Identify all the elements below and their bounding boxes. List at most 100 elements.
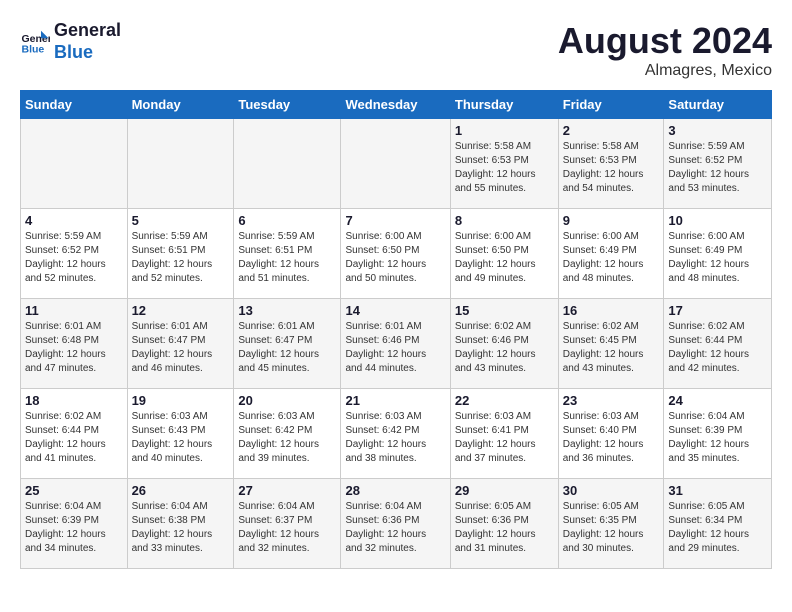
- calendar-cell: 24 Sunrise: 6:04 AM Sunset: 6:39 PM Dayli…: [664, 389, 772, 479]
- day-number: 3: [668, 123, 767, 138]
- day-detail: Sunrise: 5:58 AM Sunset: 6:53 PM Dayligh…: [455, 140, 554, 196]
- calendar-cell: 14Sunrise: 6:01 AM Sunset: 6:46 PM Dayli…: [341, 299, 450, 389]
- location: Almagres, Mexico: [558, 62, 772, 80]
- calendar-cell: 21Sunrise: 6:03 AM Sunset: 6:42 PM Dayli…: [341, 389, 450, 479]
- week-row-5: 25 Sunrise: 6:04 AM Sunset: 6:39 PM Dayli…: [21, 479, 772, 569]
- day-detail: Sunrise: 6:02 AM Sunset: 6:46 PM Dayligh…: [455, 320, 554, 376]
- svg-text:Blue: Blue: [22, 43, 45, 55]
- day-number: 24: [668, 393, 767, 408]
- day-detail: Sunrise: 6:05 AM Sunset: 6:35 PM Dayligh…: [563, 500, 660, 556]
- day-number: 25: [25, 483, 123, 498]
- day-number: 9: [563, 213, 660, 228]
- calendar-cell: 15Sunrise: 6:02 AM Sunset: 6:46 PM Dayli…: [450, 299, 558, 389]
- day-detail: Sunrise: 6:02 AM Sunset: 6:44 PM Dayligh…: [25, 410, 123, 466]
- header-row: SundayMondayTuesdayWednesdayThursdayFrid…: [21, 91, 772, 119]
- calendar-cell: 25 Sunrise: 6:04 AM Sunset: 6:39 PM Dayli…: [21, 479, 128, 569]
- day-number: 29: [455, 483, 554, 498]
- day-number: 17: [668, 303, 767, 318]
- day-detail: Sunrise: 6:00 AM Sunset: 6:49 PM Dayligh…: [668, 230, 767, 286]
- calendar-cell: 5 Sunrise: 5:59 AM Sunset: 6:51 PM Daylig…: [127, 209, 234, 299]
- day-detail: Sunrise: 5:59 AM Sunset: 6:51 PM Dayligh…: [132, 230, 230, 286]
- day-detail: Sunrise: 6:00 AM Sunset: 6:50 PM Dayligh…: [455, 230, 554, 286]
- header-day-wednesday: Wednesday: [341, 91, 450, 119]
- header-day-friday: Friday: [558, 91, 664, 119]
- day-number: 31: [668, 483, 767, 498]
- day-detail: Sunrise: 6:03 AM Sunset: 6:42 PM Dayligh…: [238, 410, 336, 466]
- day-number: 23: [563, 393, 660, 408]
- calendar-cell: 30 Sunrise: 6:05 AM Sunset: 6:35 PM Dayli…: [558, 479, 664, 569]
- day-number: 4: [25, 213, 123, 228]
- calendar-cell: 2 Sunrise: 5:58 AM Sunset: 6:53 PM Daylig…: [558, 119, 664, 209]
- calendar-cell: 29 Sunrise: 6:05 AM Sunset: 6:36 PM Dayli…: [450, 479, 558, 569]
- logo-text-line2: Blue: [54, 42, 121, 64]
- day-detail: Sunrise: 6:05 AM Sunset: 6:34 PM Dayligh…: [668, 500, 767, 556]
- calendar-cell: [21, 119, 128, 209]
- day-detail: Sunrise: 6:04 AM Sunset: 6:39 PM Dayligh…: [668, 410, 767, 466]
- logo-icon: General Blue: [20, 27, 50, 57]
- day-detail: Sunrise: 5:58 AM Sunset: 6:53 PM Dayligh…: [563, 140, 660, 196]
- calendar-cell: 8Sunrise: 6:00 AM Sunset: 6:50 PM Daylig…: [450, 209, 558, 299]
- week-row-4: 18 Sunrise: 6:02 AM Sunset: 6:44 PM Dayli…: [21, 389, 772, 479]
- title-block: August 2024 Almagres, Mexico: [558, 20, 772, 80]
- calendar-cell: 26 Sunrise: 6:04 AM Sunset: 6:38 PM Dayli…: [127, 479, 234, 569]
- day-number: 5: [132, 213, 230, 228]
- day-detail: Sunrise: 6:03 AM Sunset: 6:42 PM Dayligh…: [345, 410, 445, 466]
- day-number: 30: [563, 483, 660, 498]
- calendar-cell: 3Sunrise: 5:59 AM Sunset: 6:52 PM Daylig…: [664, 119, 772, 209]
- header-day-saturday: Saturday: [664, 91, 772, 119]
- day-number: 16: [563, 303, 660, 318]
- calendar-cell: [341, 119, 450, 209]
- calendar-cell: 12Sunrise: 6:01 AM Sunset: 6:47 PM Dayli…: [127, 299, 234, 389]
- calendar-cell: 4 Sunrise: 5:59 AM Sunset: 6:52 PM Daylig…: [21, 209, 128, 299]
- calendar-body: 1Sunrise: 5:58 AM Sunset: 6:53 PM Daylig…: [21, 119, 772, 569]
- day-number: 19: [132, 393, 230, 408]
- logo-text-line1: General: [54, 20, 121, 42]
- day-detail: Sunrise: 6:01 AM Sunset: 6:48 PM Dayligh…: [25, 320, 123, 376]
- header-day-monday: Monday: [127, 91, 234, 119]
- calendar-cell: 28 Sunrise: 6:04 AM Sunset: 6:36 PM Dayli…: [341, 479, 450, 569]
- day-detail: Sunrise: 6:04 AM Sunset: 6:38 PM Dayligh…: [132, 500, 230, 556]
- day-detail: Sunrise: 6:02 AM Sunset: 6:45 PM Dayligh…: [563, 320, 660, 376]
- logo: General Blue General Blue: [20, 20, 121, 63]
- day-number: 7: [345, 213, 445, 228]
- day-detail: Sunrise: 5:59 AM Sunset: 6:51 PM Dayligh…: [238, 230, 336, 286]
- day-detail: Sunrise: 5:59 AM Sunset: 6:52 PM Dayligh…: [25, 230, 123, 286]
- header-day-sunday: Sunday: [21, 91, 128, 119]
- day-number: 27: [238, 483, 336, 498]
- calendar-cell: 7Sunrise: 6:00 AM Sunset: 6:50 PM Daylig…: [341, 209, 450, 299]
- day-number: 18: [25, 393, 123, 408]
- day-detail: Sunrise: 6:01 AM Sunset: 6:47 PM Dayligh…: [238, 320, 336, 376]
- day-number: 28: [345, 483, 445, 498]
- month-year: August 2024: [558, 20, 772, 62]
- day-number: 6: [238, 213, 336, 228]
- calendar-table: SundayMondayTuesdayWednesdayThursdayFrid…: [20, 90, 772, 569]
- calendar-cell: 16 Sunrise: 6:02 AM Sunset: 6:45 PM Dayli…: [558, 299, 664, 389]
- calendar-cell: 20 Sunrise: 6:03 AM Sunset: 6:42 PM Dayli…: [234, 389, 341, 479]
- day-detail: Sunrise: 6:01 AM Sunset: 6:47 PM Dayligh…: [132, 320, 230, 376]
- calendar-cell: 6 Sunrise: 5:59 AM Sunset: 6:51 PM Daylig…: [234, 209, 341, 299]
- day-detail: Sunrise: 6:03 AM Sunset: 6:40 PM Dayligh…: [563, 410, 660, 466]
- day-detail: Sunrise: 6:05 AM Sunset: 6:36 PM Dayligh…: [455, 500, 554, 556]
- day-number: 2: [563, 123, 660, 138]
- week-row-1: 1Sunrise: 5:58 AM Sunset: 6:53 PM Daylig…: [21, 119, 772, 209]
- week-row-3: 11Sunrise: 6:01 AM Sunset: 6:48 PM Dayli…: [21, 299, 772, 389]
- day-detail: Sunrise: 6:03 AM Sunset: 6:43 PM Dayligh…: [132, 410, 230, 466]
- day-detail: Sunrise: 6:03 AM Sunset: 6:41 PM Dayligh…: [455, 410, 554, 466]
- calendar-cell: 19 Sunrise: 6:03 AM Sunset: 6:43 PM Dayli…: [127, 389, 234, 479]
- day-number: 20: [238, 393, 336, 408]
- calendar-cell: 22 Sunrise: 6:03 AM Sunset: 6:41 PM Dayli…: [450, 389, 558, 479]
- day-number: 13: [238, 303, 336, 318]
- page-header: General Blue General Blue August 2024 Al…: [20, 20, 772, 80]
- calendar-cell: 31 Sunrise: 6:05 AM Sunset: 6:34 PM Dayli…: [664, 479, 772, 569]
- day-number: 10: [668, 213, 767, 228]
- day-number: 14: [345, 303, 445, 318]
- day-detail: Sunrise: 6:04 AM Sunset: 6:36 PM Dayligh…: [345, 500, 445, 556]
- calendar-cell: [234, 119, 341, 209]
- calendar-cell: 17Sunrise: 6:02 AM Sunset: 6:44 PM Dayli…: [664, 299, 772, 389]
- calendar-cell: [127, 119, 234, 209]
- calendar-cell: 9Sunrise: 6:00 AM Sunset: 6:49 PM Daylig…: [558, 209, 664, 299]
- day-detail: Sunrise: 6:04 AM Sunset: 6:39 PM Dayligh…: [25, 500, 123, 556]
- calendar-cell: 27Sunrise: 6:04 AM Sunset: 6:37 PM Dayli…: [234, 479, 341, 569]
- day-number: 22: [455, 393, 554, 408]
- day-number: 26: [132, 483, 230, 498]
